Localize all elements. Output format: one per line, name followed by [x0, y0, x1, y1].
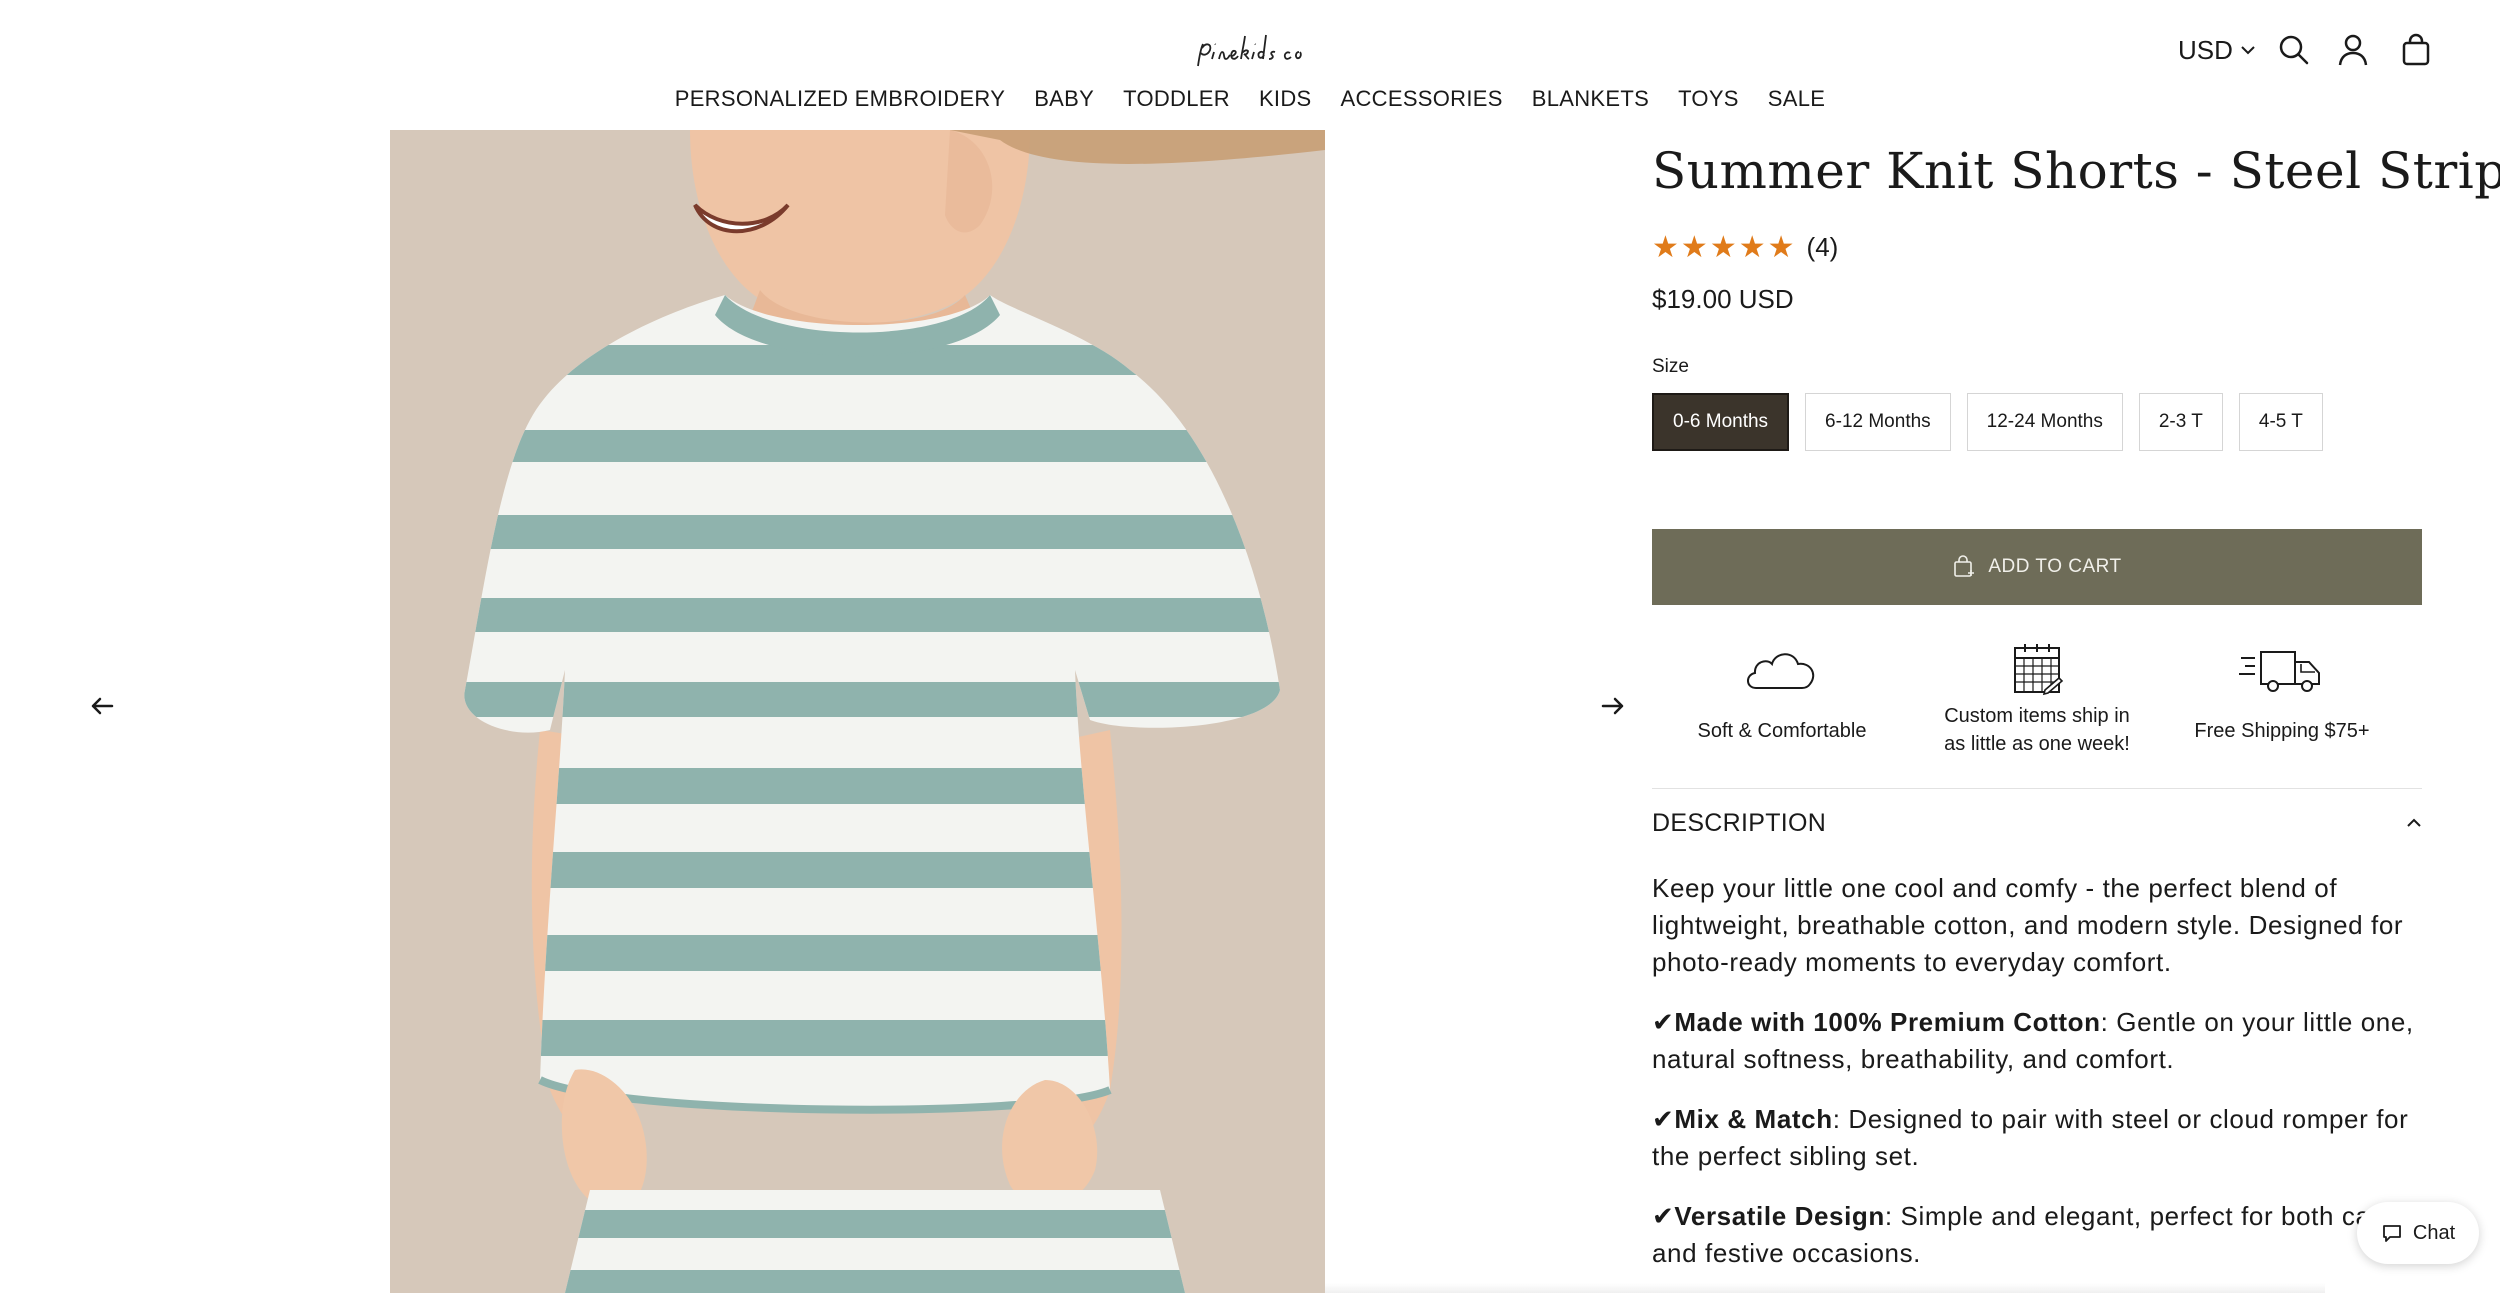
chevron-up-icon: [2407, 818, 2421, 827]
search-icon[interactable]: [2276, 32, 2312, 68]
description-content: Keep your little one cool and comfy - th…: [1652, 870, 2432, 1295]
currency-selector[interactable]: USD: [2178, 32, 2255, 68]
star-icon: ★: [1652, 230, 1679, 264]
size-selector: 0-6 Months 6-12 Months 12-24 Months 2-3 …: [1652, 393, 2323, 451]
nav-item-toys[interactable]: TOYS: [1678, 86, 1739, 112]
description-accordion-toggle[interactable]: DESCRIPTION: [1652, 803, 2422, 843]
feature-text-custom-line2: as little as one week!: [1944, 733, 2130, 755]
site-header: USD PERSONALIZED EMBROIDERY BABY TODDLER…: [0, 0, 2500, 130]
product-image[interactable]: [390, 130, 1325, 1293]
nav-item-accessories[interactable]: ACCESSORIES: [1341, 86, 1503, 112]
cloud-icon: [1747, 653, 1815, 689]
check-mark-icon: ✔: [1652, 1104, 1675, 1134]
rating-count[interactable]: (4): [1807, 232, 1839, 263]
description-bullet: ✔Mix & Match: Designed to pair with stee…: [1652, 1101, 2432, 1175]
nav-item-blankets[interactable]: BLANKETS: [1532, 86, 1649, 112]
shopping-bag-add-icon: [1954, 555, 1975, 577]
product-rating[interactable]: ★ ★ ★ ★ ★ (4): [1652, 232, 1838, 263]
chevron-down-icon: [2241, 46, 2255, 55]
size-option-12-24-months[interactable]: 12-24 Months: [1966, 393, 2123, 451]
product-title: Summer Knit Shorts - Steel Stripe: [1652, 142, 2500, 200]
calendar-icon: [2014, 644, 2064, 696]
feature-custom-shipping: Custom items ship in as little as one we…: [1907, 640, 2167, 758]
nav-item-kids[interactable]: KIDS: [1259, 86, 1312, 112]
star-icon: ★: [1709, 230, 1737, 264]
next-image-arrow-icon[interactable]: [1597, 690, 1629, 722]
description-bullet: ✔Made with 100% Premium Cotton: Gentle o…: [1652, 1004, 2432, 1078]
bottom-shadow: [1325, 1283, 2325, 1293]
star-icon: ★: [1680, 230, 1708, 264]
feature-text-custom-line1: Custom items ship in: [1944, 705, 2130, 727]
nav-item-sale[interactable]: SALE: [1768, 86, 1825, 112]
feature-soft-comfortable: Soft & Comfortable: [1652, 640, 1912, 745]
description-title: DESCRIPTION: [1652, 808, 1827, 837]
feature-free-shipping: Free Shipping $75+: [2152, 640, 2412, 745]
star-icon: ★: [1767, 230, 1795, 264]
bullet-heading: Mix & Match: [1674, 1104, 1833, 1134]
nav-item-baby[interactable]: BABY: [1034, 86, 1094, 112]
bullet-heading: Versatile Design: [1674, 1201, 1885, 1231]
check-mark-icon: ✔: [1652, 1201, 1675, 1231]
nav-item-toddler[interactable]: TODDLER: [1123, 86, 1230, 112]
size-option-0-6-months[interactable]: 0-6 Months: [1652, 393, 1790, 451]
product-photo-illustration: [390, 130, 1325, 1293]
add-to-cart-label: ADD TO CART: [1988, 556, 2122, 577]
shopping-bag-icon[interactable]: [2398, 32, 2434, 68]
size-option-4-5-t[interactable]: 4-5 T: [2238, 393, 2323, 451]
add-to-cart-button[interactable]: ADD TO CART: [1652, 529, 2422, 605]
feature-text-shipping: Free Shipping $75+: [2194, 720, 2370, 742]
size-label: Size: [1652, 356, 1689, 377]
product-price: $19.00 USD: [1652, 284, 1794, 314]
account-icon[interactable]: [2335, 32, 2371, 68]
star-icon: ★: [1738, 230, 1766, 264]
section-divider: [1652, 788, 2422, 789]
feature-text-soft: Soft & Comfortable: [1697, 720, 1867, 742]
size-option-2-3-t[interactable]: 2-3 T: [2138, 393, 2223, 451]
feature-highlights: Soft & Comfortable Custom items ship in …: [1652, 640, 2422, 770]
description-bullet: ✔Versatile Design: Simple and elegant, p…: [1652, 1198, 2432, 1272]
chat-bubble-icon: [2382, 1225, 2401, 1242]
main-navigation: PERSONALIZED EMBROIDERY BABY TODDLER KID…: [0, 86, 2500, 112]
currency-label: USD: [2178, 34, 2233, 65]
previous-image-arrow-icon[interactable]: [86, 690, 118, 722]
size-option-6-12-months[interactable]: 6-12 Months: [1805, 393, 1951, 451]
chat-button[interactable]: Chat: [2357, 1202, 2479, 1264]
delivery-truck-icon: [2239, 651, 2320, 692]
brand-logo[interactable]: [1190, 22, 1315, 78]
brand-logo-mark: [1197, 34, 1302, 67]
bullet-heading: Made with 100% Premium Cotton: [1674, 1007, 2101, 1037]
description-intro: Keep your little one cool and comfy - th…: [1652, 873, 2404, 977]
check-mark-icon: ✔: [1652, 1007, 1675, 1037]
nav-item-personalized-embroidery[interactable]: PERSONALIZED EMBROIDERY: [675, 86, 1005, 112]
chat-label: Chat: [2412, 1221, 2456, 1244]
